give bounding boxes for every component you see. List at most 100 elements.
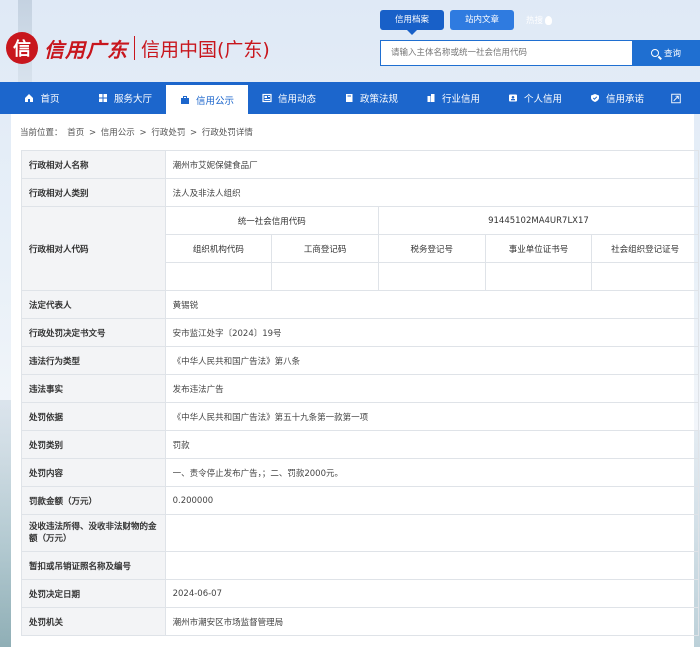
row-label: 处罚类别 xyxy=(21,430,166,459)
grid-icon xyxy=(98,93,108,103)
table-row: 违法事实 发布违法广告 xyxy=(21,374,700,403)
table-row: 处罚类别 罚款 xyxy=(21,430,700,459)
row-value xyxy=(164,551,700,580)
row-value: 黄锡锐 xyxy=(164,290,700,319)
sub-code-value xyxy=(591,262,699,291)
table-row: 行政相对人类别 法人及非法人组织 xyxy=(21,178,700,207)
nav-item-label: 个人信用 xyxy=(523,94,562,105)
hot-search-label: 热搜 xyxy=(526,16,544,26)
news-icon xyxy=(262,93,272,103)
row-value: 2024-06-07 xyxy=(164,579,700,608)
row-label: 暂扣或吊销证照名称及编号 xyxy=(21,551,166,580)
home-icon xyxy=(24,93,34,103)
table-row: 处罚依据 《中华人民共和国广告法》第五十九条第一款第一项 xyxy=(21,402,700,431)
table-row: 行政处罚决定书文号 安市监江处字〔2024〕19号 xyxy=(21,318,700,347)
penalty-detail-table: 行政相对人名称 潮州市艾妮保健食品厂 行政相对人类别 法人及非法人组织 行政相对… xyxy=(21,150,700,636)
book-icon xyxy=(344,93,354,103)
table-row: 行政相对人名称 潮州市艾妮保健食品厂 xyxy=(21,150,700,179)
row-label: 行政相对人代码 xyxy=(21,206,166,291)
nav-item-credit-commitment[interactable]: 信用承诺 xyxy=(576,82,658,114)
nav-item-home[interactable]: 首页 xyxy=(0,82,84,114)
main-content: 当前位置： 首页 > 信用公示 > 行政处罚 > 行政处罚详情 行政相对人名称 … xyxy=(11,114,700,647)
row-value: 潮州市潮安区市场监督管理局 xyxy=(164,607,700,636)
row-label: 处罚内容 xyxy=(21,458,166,487)
breadcrumb-prefix: 当前位置： xyxy=(20,128,63,138)
nav-item-label: 首页 xyxy=(40,94,60,105)
nav-item-industry-credit[interactable]: 行业信用 xyxy=(412,82,494,114)
table-row: 行政相对人代码 统一社会信用代码 91445102MA4UR7LX17 xyxy=(21,206,700,291)
table-row: 法定代表人 黄锡锐 xyxy=(21,290,700,319)
breadcrumb-separator: > xyxy=(88,128,97,138)
row-value: 罚款 xyxy=(164,430,700,459)
sub-code-label: 税务登记号 xyxy=(377,234,486,263)
row-label: 行政相对人名称 xyxy=(21,150,166,179)
table-row: 没收违法所得、没收非法财物的金额（万元） xyxy=(21,514,700,552)
row-label: 行政处罚决定书文号 xyxy=(21,318,166,347)
sub-code-label: 组织机构代码 xyxy=(164,234,273,263)
briefcase-icon xyxy=(180,95,190,105)
nav-item-service-hall[interactable]: 服务大厅 xyxy=(84,82,166,114)
search-box: 查询 xyxy=(380,40,700,66)
shield-icon xyxy=(590,93,600,103)
building-icon xyxy=(426,93,436,103)
row-label: 处罚依据 xyxy=(21,402,166,431)
row-label: 罚款金额（万元） xyxy=(21,486,166,515)
row-label: 处罚机关 xyxy=(21,607,166,636)
breadcrumb-separator: > xyxy=(139,128,147,138)
search-icon xyxy=(650,49,659,57)
sub-code-label: 社会组织登记证号 xyxy=(591,234,699,263)
row-label: 违法事实 xyxy=(21,374,166,403)
row-value: 一、责令停止发布广告，；二、罚款2000元。 xyxy=(164,458,700,487)
nav-expand-button[interactable] xyxy=(658,82,700,114)
nav-item-credit-publicity[interactable]: 信用公示 xyxy=(166,82,248,114)
row-value: 0.200000 xyxy=(164,486,700,515)
nav-item-label: 行业信用 xyxy=(441,94,480,105)
sub-code-value xyxy=(271,262,379,291)
sub-code-label: 工商登记码 xyxy=(271,234,379,263)
search-tabs: 信用档案 站内文章 热搜 xyxy=(380,10,553,35)
row-value: 发布违法广告 xyxy=(164,374,700,403)
expand-icon xyxy=(671,93,681,103)
row-label: 没收违法所得、没收非法财物的金额（万元） xyxy=(21,514,166,552)
logo-emblem: 信 xyxy=(6,32,38,64)
breadcrumb-link-penalty[interactable]: 行政处罚 xyxy=(151,128,185,138)
search-button[interactable]: 查询 xyxy=(632,40,700,66)
table-row: 违法行为类型 《中华人民共和国广告法》第八条 xyxy=(21,346,700,375)
sub-code-value xyxy=(377,262,486,291)
table-row: 处罚决定日期 2024-06-07 xyxy=(21,579,700,608)
uscc-value: 91445102MA4UR7LX17 xyxy=(377,206,700,235)
nav-item-credit-news[interactable]: 信用动态 xyxy=(248,82,330,114)
search-tab-articles[interactable]: 站内文章 xyxy=(450,10,515,30)
nav-item-label: 信用动态 xyxy=(277,94,316,105)
logo-script-text: 信用广东 xyxy=(44,37,128,62)
row-label: 行政相对人类别 xyxy=(21,178,166,207)
site-header: 信 信用广东 信用中国(广东) 信用档案 站内文章 热搜 查询 xyxy=(0,0,700,82)
nav-item-label: 政策法规 xyxy=(359,94,398,105)
table-row: 处罚内容 一、责令停止发布广告，；二、罚款2000元。 xyxy=(21,458,700,487)
nav-item-label: 服务大厅 xyxy=(113,94,152,105)
hot-search[interactable]: 热搜 xyxy=(526,14,553,26)
row-label: 违法行为类型 xyxy=(21,346,166,375)
row-value: 潮州市艾妮保健食品厂 xyxy=(164,150,700,179)
search-input[interactable] xyxy=(380,40,632,66)
nav-item-label: 信用承诺 xyxy=(605,94,644,105)
search-button-label: 查询 xyxy=(663,49,681,59)
uscc-label: 统一社会信用代码 xyxy=(164,206,379,235)
search-tab-credit-file[interactable]: 信用档案 xyxy=(380,10,445,35)
row-value: 法人及非法人组织 xyxy=(164,178,700,207)
row-label: 法定代表人 xyxy=(21,290,166,319)
breadcrumb-link-credit-publicity[interactable]: 信用公示 xyxy=(101,128,135,138)
main-nav: 首页 服务大厅 信用公示 信用动态 政策法规 行业信用 个人信用 信用承诺 xyxy=(0,82,700,114)
flame-icon xyxy=(545,15,553,25)
nav-item-label: 信用公示 xyxy=(195,95,234,107)
logo-divider xyxy=(134,36,135,60)
nav-item-policy[interactable]: 政策法规 xyxy=(330,82,412,114)
row-value: 《中华人民共和国广告法》第五十九条第一款第一项 xyxy=(164,402,700,431)
nav-item-personal-credit[interactable]: 个人信用 xyxy=(494,82,576,114)
site-logo[interactable]: 信 信用广东 信用中国(广东) xyxy=(6,32,270,64)
table-row: 暂扣或吊销证照名称及编号 xyxy=(21,551,700,580)
breadcrumb-link-home[interactable]: 首页 xyxy=(67,128,84,138)
breadcrumb: 当前位置： 首页 > 信用公示 > 行政处罚 > 行政处罚详情 xyxy=(20,126,255,138)
table-row: 罚款金额（万元） 0.200000 xyxy=(21,486,700,515)
table-row: 处罚机关 潮州市潮安区市场监督管理局 xyxy=(21,607,700,636)
